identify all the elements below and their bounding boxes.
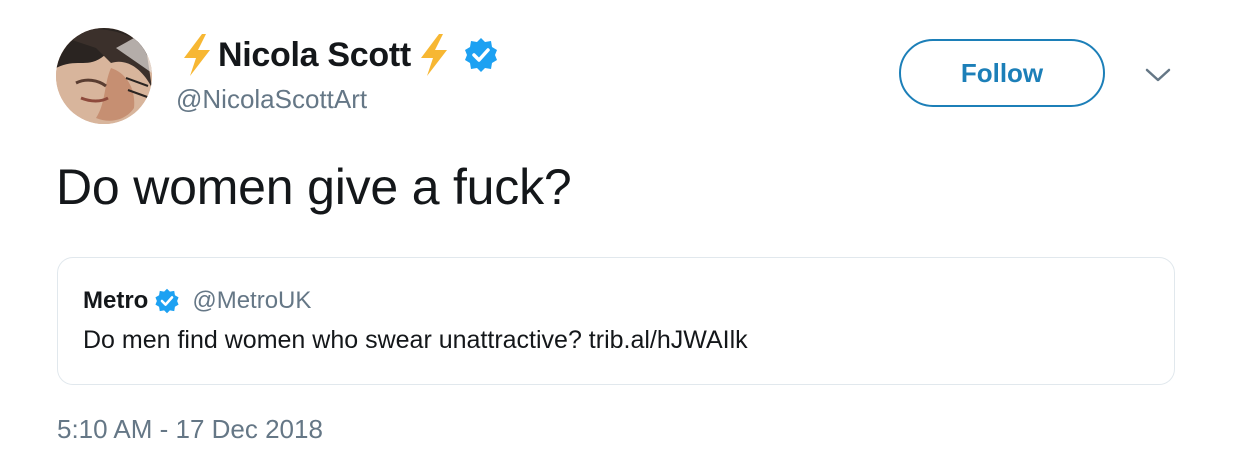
quoted-tweet[interactable]: Metro @MetroUK Do men find women who swe… [57,257,1175,385]
author-name-row[interactable]: Nicola Scott [176,30,499,80]
quoted-tweet-text: Do men find women who swear unattractive… [83,326,748,354]
author-display-name: Nicola Scott [218,35,411,74]
lightning-bolt-icon [184,34,210,76]
quoted-tweet-header: Metro @MetroUK [83,285,311,317]
verified-badge-icon [155,288,179,314]
author-handle[interactable]: @NicolaScottArt [176,84,367,115]
quoted-author-name: Metro [83,287,149,314]
tweet-card: Nicola Scott @NicolaScottArt Follow Do w… [0,0,1234,470]
lightning-bolt-icon [420,34,447,76]
verified-badge-icon [464,38,497,72]
quoted-author-handle: @MetroUK [192,287,312,314]
tweet-text: Do women give a fuck? [56,159,572,215]
avatar[interactable] [56,28,152,124]
follow-button[interactable]: Follow [899,39,1105,107]
tweet-timestamp[interactable]: 5:10 AM - 17 Dec 2018 [57,414,323,445]
chevron-down-icon[interactable] [1144,64,1172,86]
